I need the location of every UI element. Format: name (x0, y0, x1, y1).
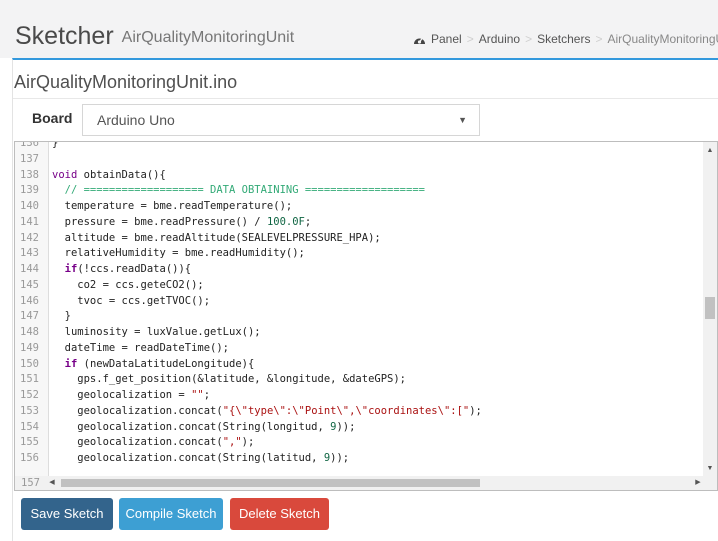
line-number: 147 (20, 310, 39, 323)
line-number: 148 (20, 326, 39, 338)
line-number: 152 (20, 389, 39, 401)
code-line: 154 geolocalization.concat(String(longit… (15, 420, 717, 436)
file-name: AirQualityMonitoringUnit.ino (14, 72, 238, 92)
line-number: 153 (20, 404, 39, 417)
breadcrumb: Panel > Arduino > Sketchers > AirQualityMonito… (413, 32, 718, 48)
line-number: 149 (20, 341, 39, 354)
code-line: 140 temperature = bme.readTemperature(); (15, 199, 717, 215)
code-line: 150 if (newDataLatitudeLongitude){ (15, 357, 717, 373)
scroll-right-icon[interactable]: ▶ (691, 476, 705, 490)
board-label: Board (32, 110, 73, 126)
line-number: 150 (20, 357, 39, 370)
scroll-up-icon[interactable]: ▲ (703, 144, 717, 158)
board-select-value: Arduino Uno (97, 112, 175, 128)
line-number: 156 (20, 452, 39, 464)
code-text: geolocalization.concat(","); (52, 436, 255, 449)
line-number: 141 (20, 215, 39, 228)
gauge-icon (413, 34, 426, 48)
code-text: void obtainData(){ (52, 168, 166, 181)
code-text: } (52, 141, 59, 149)
breadcrumb-sketchers[interactable]: Sketchers (537, 32, 590, 46)
breadcrumb-current: AirQualityMonitoringUni (607, 32, 718, 46)
code-line: 141 pressure = bme.readPressure() / 100.… (15, 215, 717, 231)
scroll-thumb[interactable] (705, 297, 715, 319)
line-number: 140 (20, 200, 39, 212)
code-text: if (newDataLatitudeLongitude){ (64, 357, 255, 370)
code-text: tvoc = ccs.getTVOC(); (52, 294, 211, 307)
code-text: geolocalization.concat("{\"type\":\"Poin… (52, 404, 482, 417)
breadcrumb-separator: > (595, 32, 603, 46)
code-text: dateTime = readDateTime(); (52, 341, 230, 354)
chevron-down-icon: ▼ (458, 115, 467, 125)
breadcrumb-separator: > (525, 32, 533, 46)
line-number: 137 (20, 152, 39, 165)
divider (13, 98, 718, 99)
code-line: 155 geolocalization.concat(","); (15, 435, 717, 451)
scroll-left-icon[interactable]: ◀ (45, 476, 59, 490)
compile-sketch-button[interactable]: Compile Sketch (119, 498, 223, 530)
top-bar: Sketcher AirQualityMonitoringUnit Panel > A… (0, 0, 718, 58)
code-text: } (52, 310, 71, 323)
delete-sketch-button[interactable]: Delete Sketch (230, 498, 329, 530)
code-text: geolocalization.concat(String(longitud, … (52, 420, 356, 433)
line-number: 157 (21, 477, 40, 489)
code-line: 153 geolocalization.concat("{\"type\":\"… (15, 404, 717, 420)
code-line: 139 // =================== DATA OBTAININ… (15, 183, 717, 199)
code-text: gps.f_get_position(&latitude, &longitude… (52, 373, 407, 386)
line-number: 136 (20, 141, 39, 149)
line-number: 142 (20, 231, 39, 244)
code-line: 142 altitude = bme.readAltitude(SEALEVEL… (15, 231, 717, 247)
code-editor[interactable]: 136} 137 138 void obtainData(){139 // =====… (14, 141, 718, 491)
code-line: 138 void obtainData(){ (15, 168, 717, 184)
scroll-down-icon[interactable]: ▼ (703, 462, 717, 476)
code-line: 147 } (15, 309, 717, 325)
code-line: 151 gps.f_get_position(&latitude, &longi… (15, 372, 717, 388)
vertical-scrollbar[interactable]: ▲ ▼ (703, 142, 717, 478)
code-line: 146 tvoc = ccs.getTVOC(); (15, 294, 717, 310)
line-number: 145 (20, 278, 39, 291)
code-line: 136} (15, 141, 717, 152)
app-title: Sketcher (15, 22, 114, 50)
code-line: 144 if(!ccs.readData()){ (15, 262, 717, 278)
code-line: 145 co2 = ccs.geteCO2(); (15, 278, 717, 294)
horizontal-scrollbar[interactable]: 157 ◀ ▶ (15, 476, 717, 490)
code-text: temperature = bme.readTemperature(); (52, 200, 293, 212)
line-number: 154 (20, 420, 39, 433)
code-text: // =================== DATA OBTAINING ==… (52, 184, 425, 197)
code-text: altitude = bme.readAltitude(SEALEVELPRES… (52, 231, 381, 244)
line-number: 139 (20, 184, 39, 197)
line-number: 144 (20, 263, 39, 275)
code-text: geolocalization = ""; (52, 389, 211, 401)
breadcrumb-panel[interactable]: Panel (431, 32, 462, 46)
line-number: 155 (20, 436, 39, 449)
app-subtitle: AirQualityMonitoringUnit (121, 29, 295, 46)
code-line: 143 relativeHumidity = bme.readHumidity(… (15, 246, 717, 262)
breadcrumb-separator: > (466, 32, 474, 46)
code-text: luminosity = luxValue.getLux(); (52, 326, 261, 338)
save-sketch-button[interactable]: Save Sketch (21, 498, 113, 530)
code-line: 149 dateTime = readDateTime(); (15, 341, 717, 357)
code-text: co2 = ccs.geteCO2(); (52, 278, 204, 291)
breadcrumb-arduino[interactable]: Arduino (479, 32, 520, 46)
code-line: 152 geolocalization = ""; (15, 388, 717, 404)
line-number: 138 (20, 168, 39, 181)
board-select[interactable]: Arduino Uno ▼ (82, 104, 480, 136)
code-text: pressure = bme.readPressure() / 100.0F; (52, 215, 312, 228)
line-number: 146 (20, 294, 39, 307)
code-line: 148 luminosity = luxValue.getLux(); (15, 325, 717, 341)
line-number: 143 (20, 247, 39, 260)
code-line: 156 geolocalization.concat(String(latitu… (15, 451, 717, 467)
code-line: 137 (15, 152, 717, 168)
page-title: Sketcher AirQualityMonitoringUnit (15, 22, 294, 54)
scroll-thumb[interactable] (61, 479, 480, 487)
code-text: if(!ccs.readData()){ (64, 263, 192, 275)
line-number: 151 (20, 373, 39, 386)
code-text: relativeHumidity = bme.readHumidity(); (52, 247, 305, 260)
code-lines: 136} 137 138 void obtainData(){139 // =====… (15, 141, 717, 467)
code-text: geolocalization.concat(String(latitud, 9… (52, 452, 350, 464)
